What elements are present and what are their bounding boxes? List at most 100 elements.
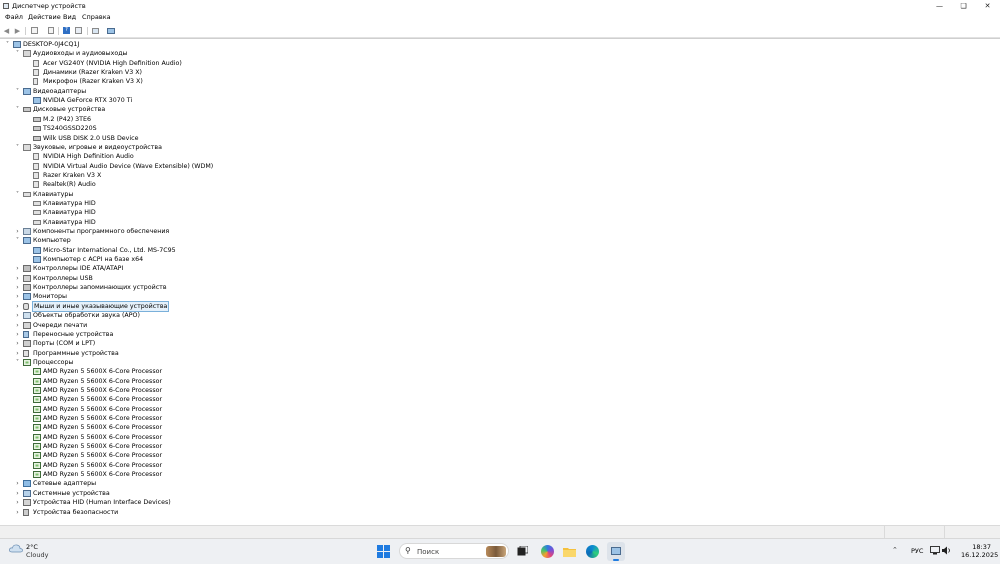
device-category[interactable]: › Порты (COM и LPT) (0, 339, 990, 348)
device-category[interactable]: › Объекты обработки звука (APO) (0, 311, 990, 320)
device-category[interactable]: › Переносные устройства (0, 330, 990, 339)
chevron-right-icon[interactable]: › (14, 479, 21, 488)
device-category[interactable]: › Программные устройства (0, 349, 990, 358)
forward-arrow-icon[interactable]: ▶ (13, 26, 22, 35)
edge-browser-icon[interactable] (586, 545, 599, 558)
back-arrow-icon[interactable]: ◀ (2, 26, 11, 35)
chevron-right-icon[interactable]: › (14, 498, 21, 507)
device-category[interactable]: › Компоненты программного обеспечения (0, 227, 990, 236)
update-driver-icon[interactable] (46, 26, 55, 35)
scan-icon[interactable] (91, 26, 100, 35)
minimize-button[interactable]: — (928, 0, 951, 12)
clock-time[interactable]: 18:37 (961, 543, 991, 551)
device-category[interactable]: › Системные устройства (0, 489, 990, 498)
network-icon[interactable] (930, 546, 940, 555)
taskbar-search-box[interactable]: ⚲ Поиск (399, 543, 509, 559)
chevron-right-icon[interactable]: › (14, 292, 21, 301)
menu-help[interactable]: Справка (82, 13, 111, 21)
task-view-icon[interactable] (517, 545, 529, 556)
view-icon[interactable] (74, 26, 83, 35)
menu-view[interactable]: Вид (63, 13, 76, 21)
device-category[interactable]: ˅ Видеоадаптеры (0, 87, 990, 96)
chevron-right-icon[interactable]: › (14, 264, 21, 273)
device-item[interactable]: Компьютер с ACPI на базе x64 (0, 255, 990, 264)
device-item[interactable]: AMD Ryzen 5 5600X 6-Core Processor (0, 470, 990, 479)
device-manager-taskbar-button[interactable] (607, 542, 625, 561)
chevron-up-icon[interactable]: ⌃ (892, 546, 898, 554)
device-category[interactable]: ˅ Аудиовходы и аудиовыходы (0, 49, 990, 58)
chevron-down-icon[interactable]: ˅ (4, 40, 11, 49)
device-item[interactable]: Wilk USB DISK 2.0 USB Device (0, 134, 990, 143)
device-item[interactable]: Микрофон (Razer Kraken V3 X) (0, 77, 990, 86)
device-category[interactable]: ˅ Клавиатуры (0, 190, 990, 199)
device-item[interactable]: AMD Ryzen 5 5600X 6-Core Processor (0, 386, 990, 395)
device-item[interactable]: AMD Ryzen 5 5600X 6-Core Processor (0, 423, 990, 432)
maximize-button[interactable]: ❑ (952, 0, 975, 12)
chevron-down-icon[interactable]: ˅ (14, 190, 21, 199)
device-item[interactable]: Клавиатура HID (0, 218, 990, 227)
device-category[interactable]: › Мониторы (0, 292, 990, 301)
properties-icon[interactable] (30, 26, 39, 35)
chevron-right-icon[interactable]: › (14, 330, 21, 339)
copilot-icon[interactable] (541, 545, 554, 558)
device-item[interactable]: M.2 (P42) 3TE6 (0, 115, 990, 124)
device-item[interactable]: TS240GSSD220S (0, 124, 990, 133)
chevron-right-icon[interactable]: › (14, 339, 21, 348)
device-category[interactable]: › Контроллеры IDE ATA/ATAPI (0, 264, 990, 273)
chevron-right-icon[interactable]: › (14, 283, 21, 292)
device-category[interactable]: ˅ Дисковые устройства (0, 105, 990, 114)
device-item[interactable]: AMD Ryzen 5 5600X 6-Core Processor (0, 405, 990, 414)
device-item[interactable]: AMD Ryzen 5 5600X 6-Core Processor (0, 451, 990, 460)
device-item[interactable]: AMD Ryzen 5 5600X 6-Core Processor (0, 377, 990, 386)
weather-cloud-icon[interactable] (9, 544, 23, 553)
device-item[interactable]: NVIDIA High Definition Audio (0, 152, 990, 161)
device-item[interactable]: Acer VG240Y (NVIDIA High Definition Audi… (0, 59, 990, 68)
chevron-right-icon[interactable]: › (14, 274, 21, 283)
device-item[interactable]: Динамики (Razer Kraken V3 X) (0, 68, 990, 77)
device-item[interactable]: AMD Ryzen 5 5600X 6-Core Processor (0, 433, 990, 442)
device-item[interactable]: Клавиатура HID (0, 208, 990, 217)
windows-start-icon[interactable] (377, 545, 390, 558)
device-item[interactable]: Клавиатура HID (0, 199, 990, 208)
monitor-icon[interactable] (106, 26, 115, 35)
chevron-down-icon[interactable]: ˅ (14, 87, 21, 96)
chevron-right-icon[interactable]: › (14, 227, 21, 236)
chevron-right-icon[interactable]: › (14, 508, 21, 517)
chevron-right-icon[interactable]: › (14, 349, 21, 358)
device-item[interactable]: AMD Ryzen 5 5600X 6-Core Processor (0, 395, 990, 404)
device-item[interactable]: AMD Ryzen 5 5600X 6-Core Processor (0, 367, 990, 376)
volume-icon[interactable] (942, 546, 951, 555)
device-category[interactable]: › Контроллеры запоминающих устройств (0, 283, 990, 292)
device-item[interactable]: Micro-Star International Co., Ltd. MS-7C… (0, 246, 990, 255)
chevron-right-icon[interactable]: › (14, 302, 21, 311)
computer-root[interactable]: ˅ DESKTOP-0J4CQ1J (0, 40, 990, 49)
chevron-right-icon[interactable]: › (14, 311, 21, 320)
chevron-down-icon[interactable]: ˅ (14, 105, 21, 114)
device-item[interactable]: Realtek(R) Audio (0, 180, 990, 189)
chevron-right-icon[interactable]: › (14, 489, 21, 498)
input-language[interactable]: РУС (911, 547, 923, 555)
chevron-right-icon[interactable]: › (14, 321, 21, 330)
close-button[interactable]: ✕ (976, 0, 999, 12)
chevron-down-icon[interactable]: ˅ (14, 236, 21, 245)
chevron-down-icon[interactable]: ˅ (14, 143, 21, 152)
device-item[interactable]: AMD Ryzen 5 5600X 6-Core Processor (0, 414, 990, 423)
device-category[interactable]: › Мыши и иные указывающие устройства (0, 300, 990, 312)
menu-action[interactable]: Действие (28, 13, 61, 21)
file-explorer-icon[interactable] (563, 546, 576, 557)
device-category[interactable]: › Контроллеры USB (0, 274, 990, 283)
device-item[interactable]: NVIDIA GeForce RTX 3070 Ti (0, 96, 990, 105)
device-category[interactable]: › Сетевые адаптеры (0, 479, 990, 488)
device-item[interactable]: AMD Ryzen 5 5600X 6-Core Processor (0, 461, 990, 470)
device-category[interactable]: › Устройства безопасности (0, 508, 990, 517)
menu-file[interactable]: Файл (5, 13, 23, 21)
device-category[interactable]: ˅ Процессоры (0, 358, 990, 367)
device-item[interactable]: AMD Ryzen 5 5600X 6-Core Processor (0, 442, 990, 451)
device-category[interactable]: › Очереди печати (0, 321, 990, 330)
device-category[interactable]: ˅ Звуковые, игровые и видеоустройства (0, 143, 990, 152)
device-category[interactable]: ˅ Компьютер (0, 236, 990, 245)
device-item[interactable]: NVIDIA Virtual Audio Device (Wave Extens… (0, 162, 990, 171)
device-item[interactable]: Razer Kraken V3 X (0, 171, 990, 180)
device-category[interactable]: › Устройства HID (Human Interface Devices… (0, 498, 990, 507)
clock-date[interactable]: 16.12.2025 (961, 551, 998, 559)
